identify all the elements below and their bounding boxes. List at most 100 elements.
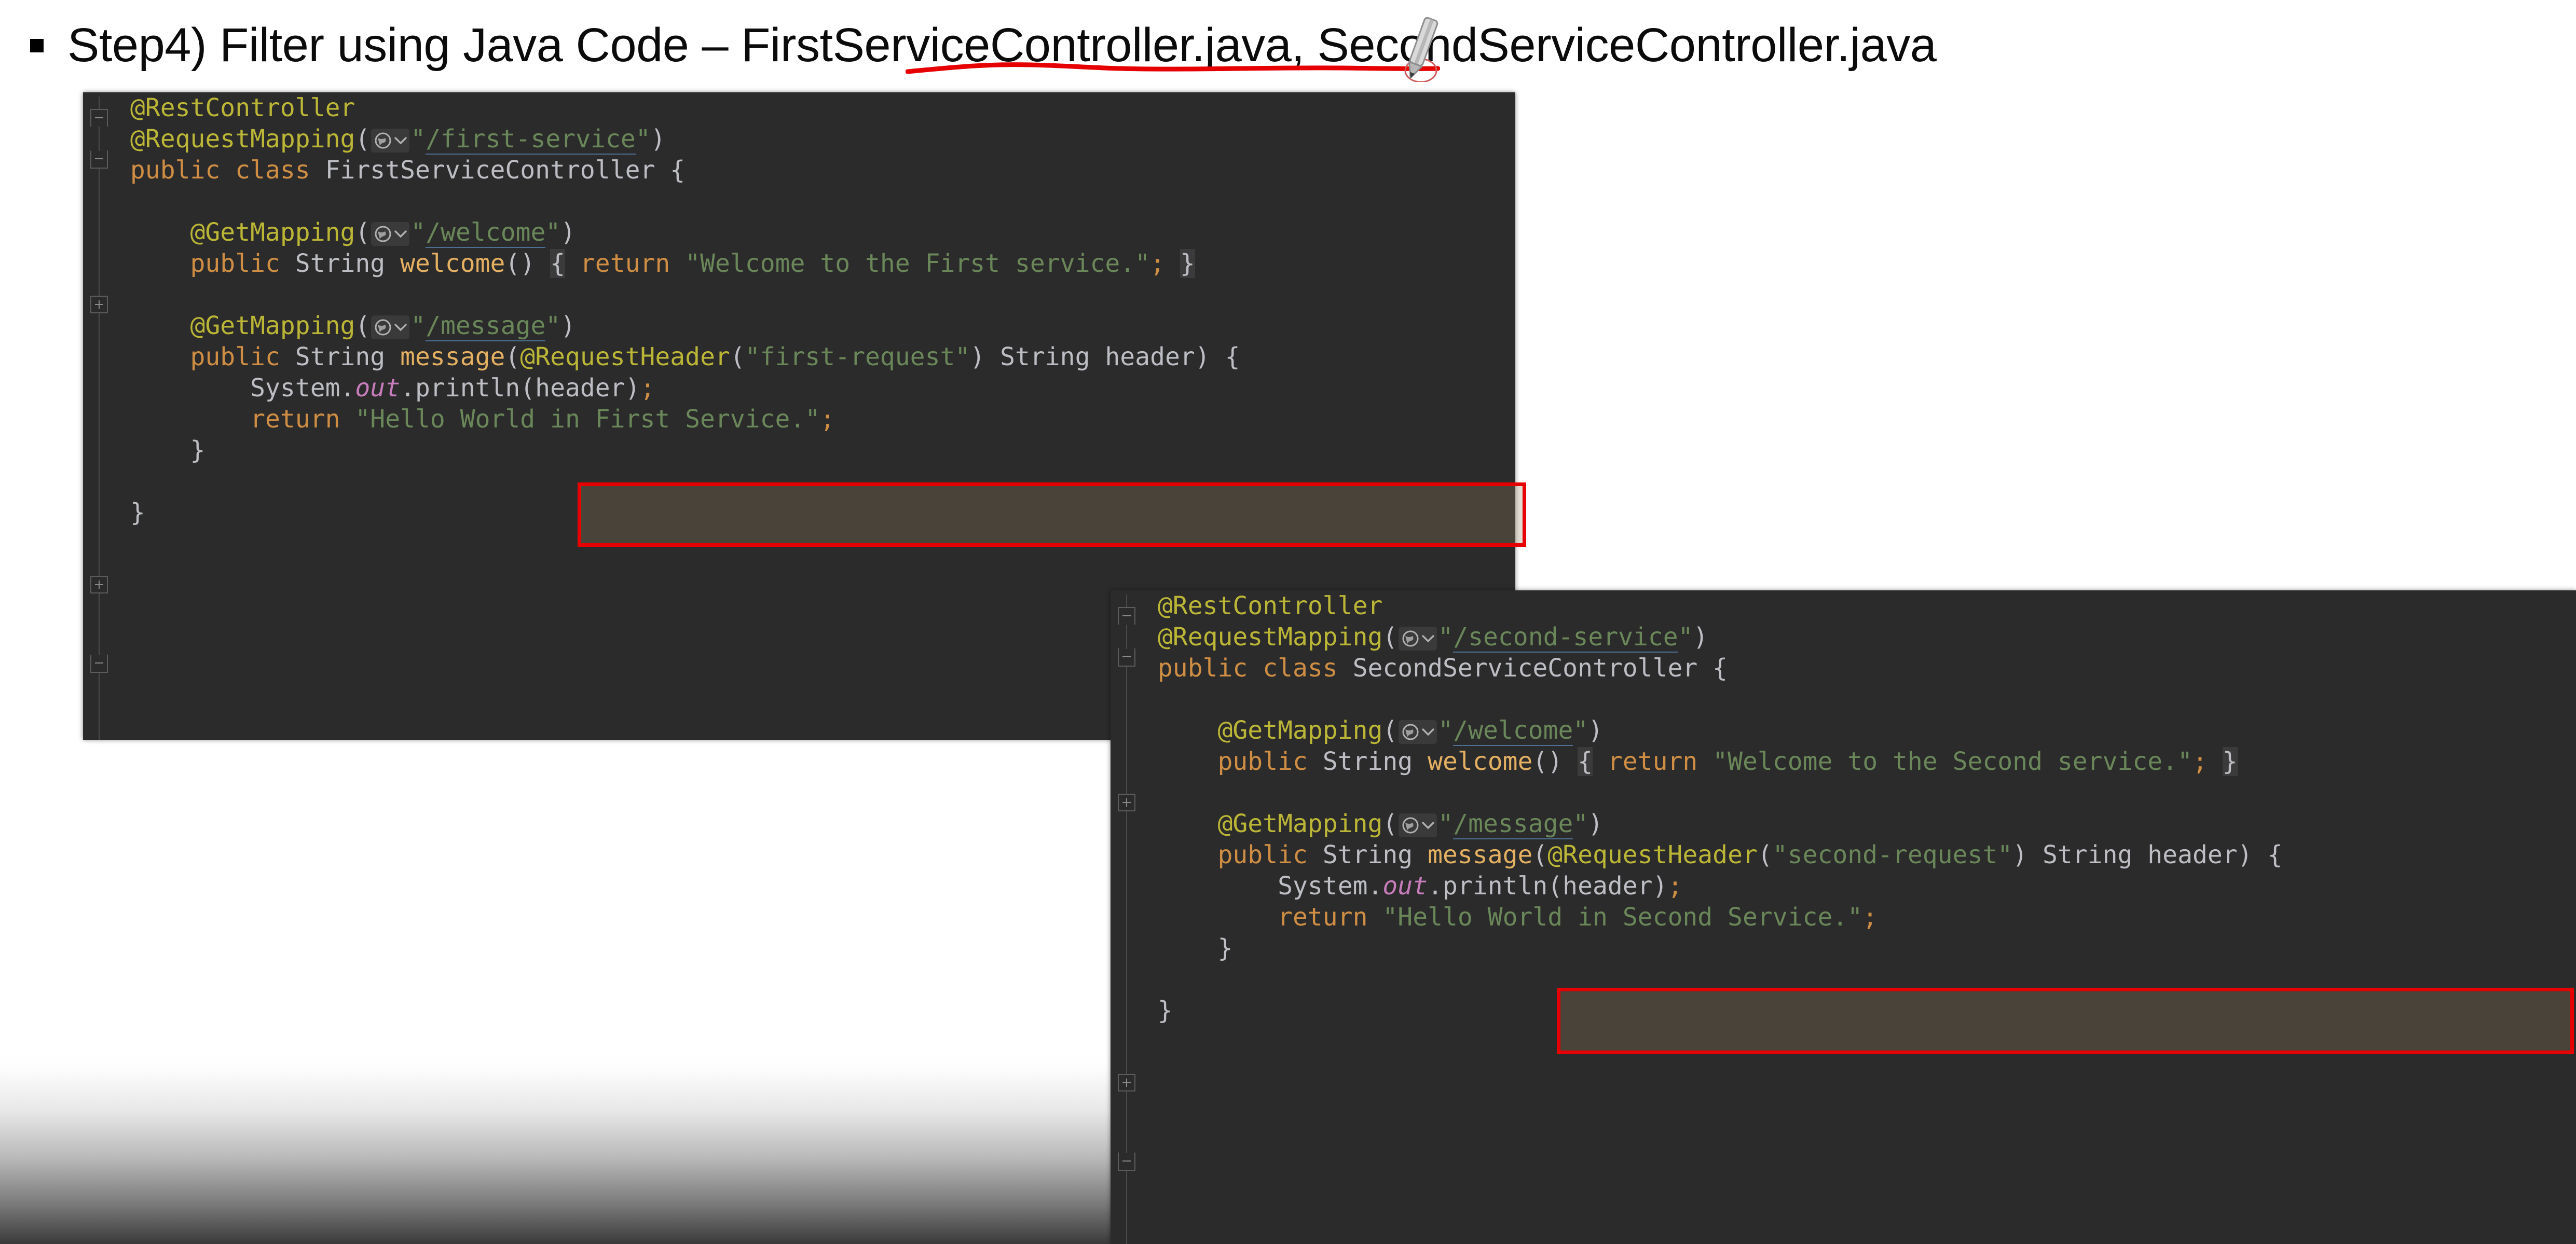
globe-icon[interactable] xyxy=(371,129,410,153)
code-line[interactable]: @RequestMapping("/second-service") xyxy=(1143,621,2576,653)
code-token: } xyxy=(1157,996,1173,1025)
code-line[interactable]: System.out.println(header); xyxy=(115,372,1515,404)
code-line[interactable]: public class SecondServiceController { xyxy=(1143,653,2576,684)
code-token: @GetMapping xyxy=(1217,809,1383,838)
code-token: () xyxy=(1532,747,1563,776)
globe-icon[interactable] xyxy=(1399,813,1437,837)
highlight-box-request-header-second xyxy=(1557,988,2574,1054)
code-line[interactable]: } xyxy=(115,435,1515,466)
code-token: String xyxy=(2042,840,2133,869)
code-line[interactable]: public String message(@RequestHeader("fi… xyxy=(115,341,1515,372)
code-line[interactable]: public String message(@RequestHeader("se… xyxy=(1143,839,2576,870)
globe-icon[interactable] xyxy=(1399,627,1437,651)
code-token: @RequestMapping xyxy=(130,125,355,154)
fold-expand-icon[interactable] xyxy=(90,296,108,313)
code-token: " xyxy=(1678,623,1693,652)
code-token: ) xyxy=(2237,840,2253,869)
code-token: ) xyxy=(970,342,985,371)
code-token: /second-service xyxy=(1453,623,1678,653)
code-token: ; xyxy=(820,405,835,434)
code-line[interactable]: return "Hello World in First Service."; xyxy=(115,404,1515,435)
code-token: message xyxy=(1428,840,1533,869)
fold-collapse-icon[interactable] xyxy=(90,646,108,673)
code-token: " xyxy=(410,125,426,154)
highlight-box-request-header-first xyxy=(578,482,1526,547)
code-token: String xyxy=(295,342,386,371)
code-line[interactable]: @GetMapping("/welcome") xyxy=(115,217,1515,248)
code-token: ) xyxy=(1588,809,1604,838)
code-token: @RequestHeader xyxy=(520,342,730,371)
globe-icon[interactable] xyxy=(1399,720,1437,744)
code-token: ) xyxy=(650,125,666,154)
code-token: public class xyxy=(130,156,310,185)
code-line[interactable]: public String welcome() { return "Welcom… xyxy=(1143,746,2576,777)
fold-collapse-icon[interactable] xyxy=(1118,640,1135,667)
code-token: " xyxy=(1573,716,1588,745)
code-token: ; xyxy=(640,374,655,403)
fold-collapse-icon[interactable] xyxy=(90,142,108,169)
code-line[interactable]: } xyxy=(1143,933,2576,964)
code-token: } xyxy=(1217,934,1233,963)
code-token: "first-request" xyxy=(745,342,970,371)
code-line[interactable]: System.out.println(header); xyxy=(1143,870,2576,902)
code-token: { xyxy=(1225,342,1240,371)
code-line[interactable]: public String welcome() { return "Welcom… xyxy=(115,248,1515,279)
code-line[interactable] xyxy=(115,279,1515,310)
code-editor-second-service-controller[interactable]: @RestController @RequestMapping("/second… xyxy=(1111,590,2576,1244)
fold-expand-icon[interactable] xyxy=(90,576,108,593)
code-token: ; xyxy=(1862,903,1878,932)
code-token: public xyxy=(190,249,280,278)
globe-icon[interactable] xyxy=(371,315,410,339)
code-token: .println(header) xyxy=(1428,872,1668,901)
code-token: @RequestMapping xyxy=(1157,623,1383,652)
code-line[interactable]: @RequestMapping("/first-service") xyxy=(115,123,1515,155)
code-line[interactable] xyxy=(115,186,1515,217)
code-token: FirstServiceController xyxy=(325,156,655,185)
editor-gutter[interactable] xyxy=(83,92,115,740)
editor-gutter[interactable] xyxy=(1111,590,1143,1244)
code-token: header xyxy=(2147,840,2238,869)
code-token: @GetMapping xyxy=(1217,716,1383,745)
code-line[interactable] xyxy=(1143,684,2576,715)
code-token: String xyxy=(1322,747,1413,776)
fold-collapse-icon[interactable] xyxy=(90,109,108,135)
code-token: SecondServiceController xyxy=(1352,654,1698,683)
code-token: /first-service xyxy=(426,125,636,155)
code-token: { xyxy=(1712,654,1728,683)
globe-icon[interactable] xyxy=(371,222,410,246)
code-token: header xyxy=(1105,342,1195,371)
code-line[interactable]: public class FirstServiceController { xyxy=(115,155,1515,186)
code-token: String xyxy=(1322,840,1413,869)
code-token: public xyxy=(1217,840,1308,869)
code-token: } xyxy=(1180,249,1195,278)
fold-expand-icon[interactable] xyxy=(1118,794,1135,811)
code-line[interactable]: @GetMapping("/welcome") xyxy=(1143,715,2576,746)
code-token: ) xyxy=(2012,840,2028,869)
code-token: "Welcome to the Second service." xyxy=(1712,747,2193,776)
code-line[interactable]: @RestController xyxy=(1143,590,2576,621)
fold-collapse-icon[interactable] xyxy=(1118,1144,1135,1171)
code-token: " xyxy=(1573,809,1588,838)
code-content[interactable]: @RestController @RequestMapping("/second… xyxy=(1143,590,2576,1244)
code-line[interactable] xyxy=(1143,777,2576,808)
code-token: return xyxy=(250,405,340,434)
code-line[interactable]: @GetMapping("/message") xyxy=(115,310,1515,341)
code-line[interactable]: return "Hello World in Second Service."; xyxy=(1143,902,2576,933)
code-token: " xyxy=(410,218,426,247)
code-line[interactable]: @RestController xyxy=(115,92,1515,123)
fold-collapse-icon[interactable] xyxy=(1118,607,1135,633)
fold-expand-icon[interactable] xyxy=(1118,1074,1135,1091)
code-line[interactable]: @GetMapping("/message") xyxy=(1143,808,2576,839)
code-token: ) xyxy=(1588,716,1604,745)
